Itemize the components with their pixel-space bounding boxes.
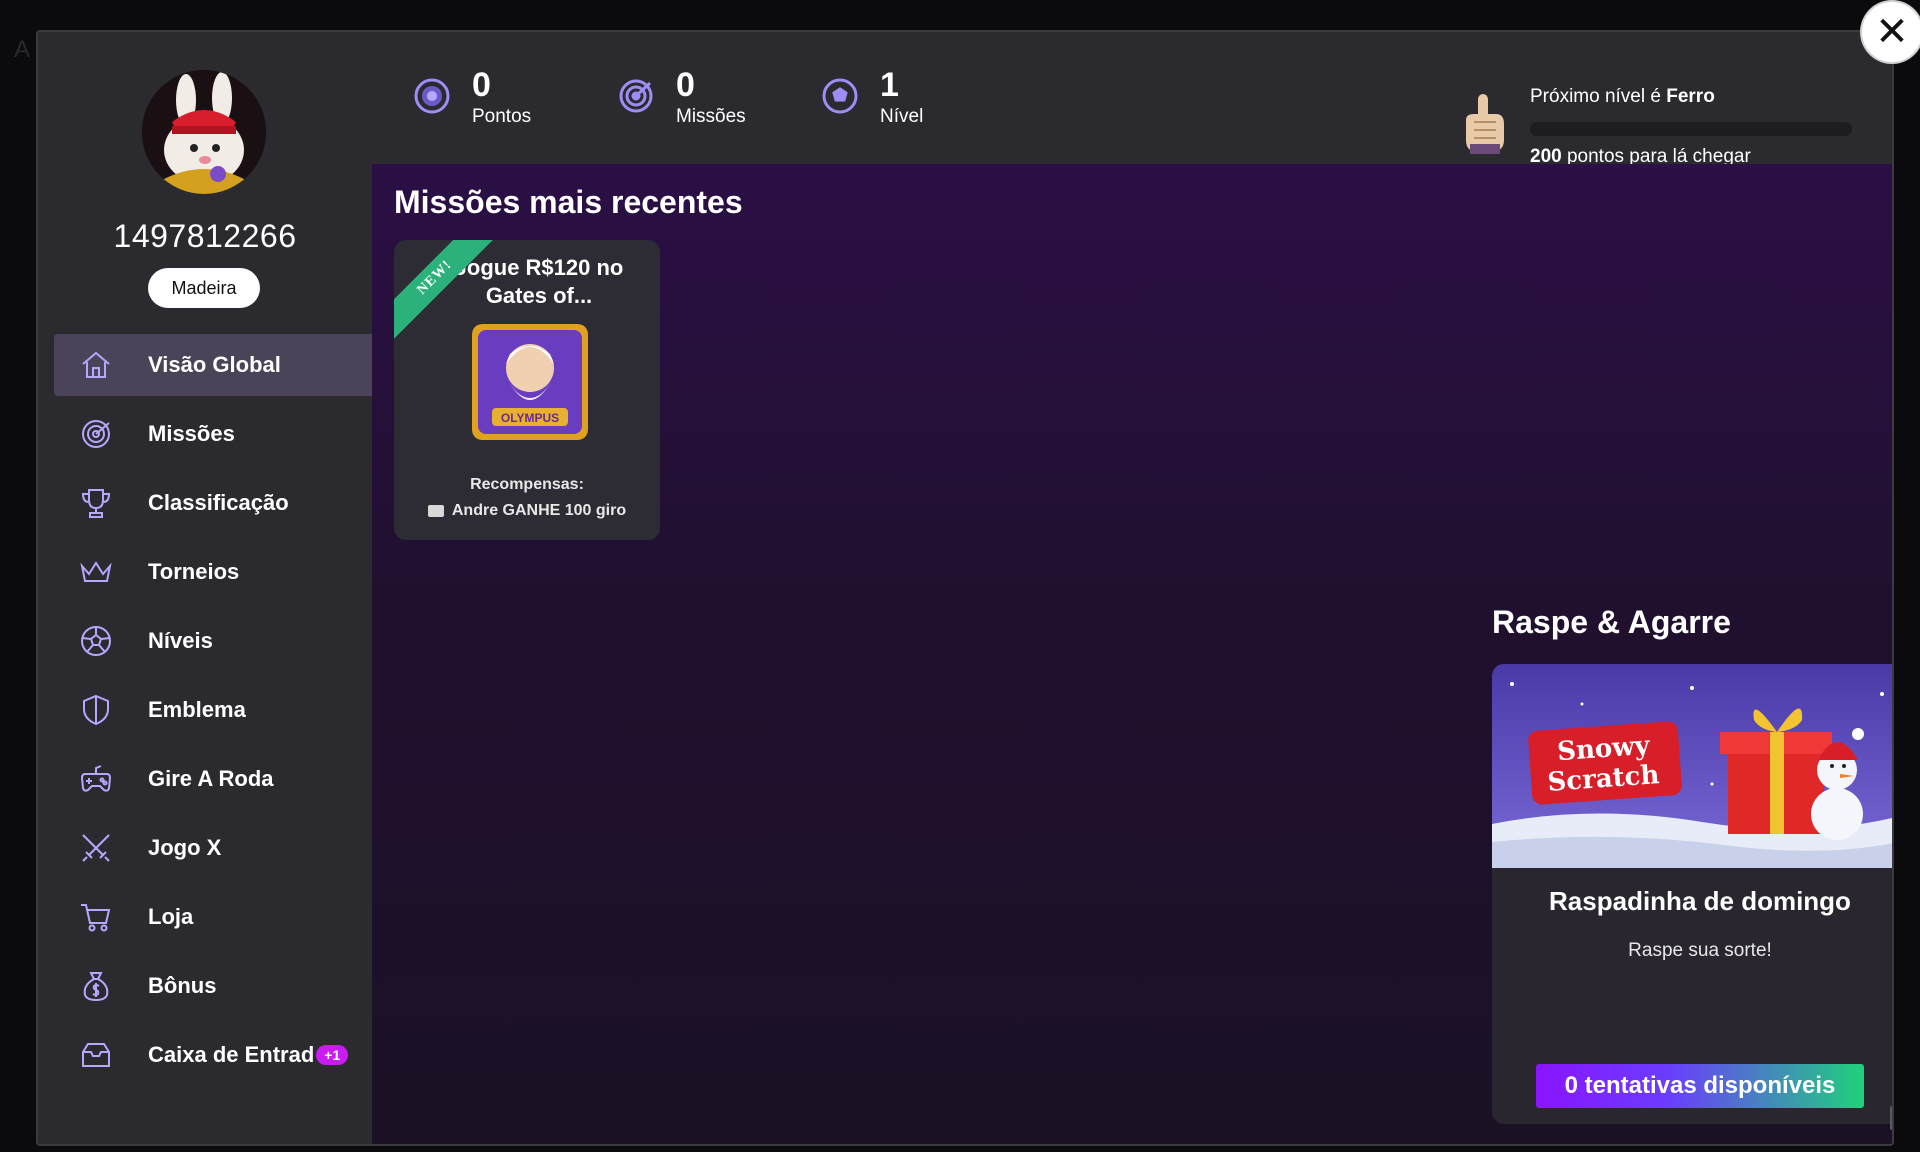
gamepad-icon — [78, 761, 114, 797]
scroll-handle[interactable] — [1890, 1106, 1892, 1130]
sidebar-item-missoes[interactable]: Missões — [54, 403, 372, 465]
sidebar-item-label: Jogo X — [148, 835, 222, 860]
next-level-text: Próximo nível é Ferro — [1530, 86, 1715, 108]
missions-label: Missões — [676, 106, 746, 127]
rewards-label: Recompensas: — [470, 476, 584, 493]
sidebar-item-label: Torneios — [148, 559, 240, 584]
reward-item: Andre GANHE 100 giro — [394, 502, 660, 520]
sidebar-item-visao-global[interactable]: Visão Global — [54, 334, 372, 396]
sidebar-item-caixa-de-entrada[interactable]: Caixa de Entrad +1 — [54, 1024, 372, 1086]
sidebar-item-jogo-x[interactable]: Jogo X — [54, 817, 372, 879]
sidebar-item-torneios[interactable]: Torneios — [54, 541, 372, 603]
scratch-card-name: Raspadinha de domingo — [1549, 886, 1851, 916]
sidebar-item-niveis[interactable]: Níveis — [54, 610, 372, 672]
game-thumbnail[interactable]: OLYMPUS — [472, 324, 588, 440]
sidebar-item-label: Classificação — [148, 490, 289, 515]
missions-value: 0 — [676, 66, 695, 104]
sidebar-item-bonus[interactable]: Bônus — [54, 955, 372, 1017]
game-title-art: OLYMPUS — [501, 411, 559, 425]
inbox-icon — [78, 1037, 114, 1073]
sidebar-item-label: Caixa de Entrad — [148, 1042, 315, 1067]
shield-icon — [78, 692, 114, 728]
scratch-banner-image[interactable]: Snowy Scratch — [1492, 664, 1892, 868]
crown-icon — [78, 554, 114, 590]
scratch-card[interactable]: Snowy Scratch Raspadinha de domingo Rasp… — [1492, 664, 1892, 1124]
sidebar-item-emblema[interactable]: Emblema — [54, 679, 372, 741]
next-level-prefix: Próximo nível é — [1530, 86, 1661, 107]
points-value: 0 — [472, 66, 491, 104]
sidebar-item-gire-a-roda[interactable]: Gire A Roda — [54, 748, 372, 810]
stat-missions: 0 Missões — [616, 66, 746, 128]
money-bag-icon — [78, 968, 114, 1004]
reward-text: Andre GANHE 100 giro — [451, 502, 627, 519]
target-icon — [78, 416, 114, 452]
unread-count-badge: +1 — [316, 1045, 349, 1065]
close-icon: ✕ — [1875, 10, 1909, 54]
sidebar-item-classificacao[interactable]: Classificação — [54, 472, 372, 534]
cart-icon — [78, 899, 114, 935]
level-ball-icon — [820, 76, 860, 116]
next-level-name: Ferro — [1666, 86, 1715, 107]
scratch-card-description: Raspe sua sorte! — [1628, 940, 1772, 961]
level-value: 1 — [880, 66, 899, 104]
rewards-modal: 1497812266 Madeira Visão Global Missões … — [36, 30, 1894, 1146]
rank-badge: Madeira — [148, 268, 260, 308]
sidebar-item-label: Visão Global — [148, 352, 281, 377]
avatar — [142, 70, 266, 194]
sidebar-nav: Visão Global Missões Classificação Torne… — [54, 334, 372, 1093]
missions-target-icon — [616, 76, 656, 116]
pointing-hand-icon — [1456, 94, 1512, 156]
next-level-info: Próximo nível é Ferro 200 pontos para lá… — [1456, 60, 1876, 167]
home-icon — [78, 347, 114, 383]
level-label: Nível — [880, 106, 924, 127]
sidebar-item-label: Loja — [148, 904, 194, 929]
sidebar-item-loja[interactable]: Loja — [54, 886, 372, 948]
sidebar-item-label: Níveis — [148, 628, 213, 653]
levels-ball-icon — [78, 623, 114, 659]
stat-level: 1 Nível — [820, 66, 923, 128]
stat-points: 0 Pontos — [412, 66, 531, 128]
close-button[interactable]: ✕ — [1862, 2, 1920, 62]
sidebar-item-label: Missões — [148, 421, 235, 446]
points-coin-icon — [412, 76, 452, 116]
crossed-swords-icon — [78, 830, 114, 866]
mission-card[interactable]: Jogue R$120 no Gates of... NEW! OLYMPUS … — [394, 240, 660, 540]
sidebar-item-label: Gire A Roda — [148, 766, 274, 791]
scratch-section-title: Raspe & Agarre — [1492, 604, 1731, 640]
main-content: Missões mais recentes Jogue R$120 no Gat… — [372, 164, 1892, 1144]
sidebar-item-label: Bônus — [148, 973, 217, 998]
sidebar: 1497812266 Madeira Visão Global Missões … — [38, 32, 372, 1144]
level-progress-bar — [1530, 122, 1852, 136]
username: 1497812266 — [113, 218, 297, 254]
recent-missions-title: Missões mais recentes — [394, 184, 743, 220]
backdrop-text: A — [14, 36, 31, 63]
trophy-icon — [78, 485, 114, 521]
sidebar-item-label: Emblema — [148, 697, 246, 722]
attempts-button[interactable]: 0 tentativas disponíveis — [1536, 1064, 1864, 1108]
points-label: Pontos — [472, 106, 532, 127]
gift-icon — [427, 504, 444, 517]
